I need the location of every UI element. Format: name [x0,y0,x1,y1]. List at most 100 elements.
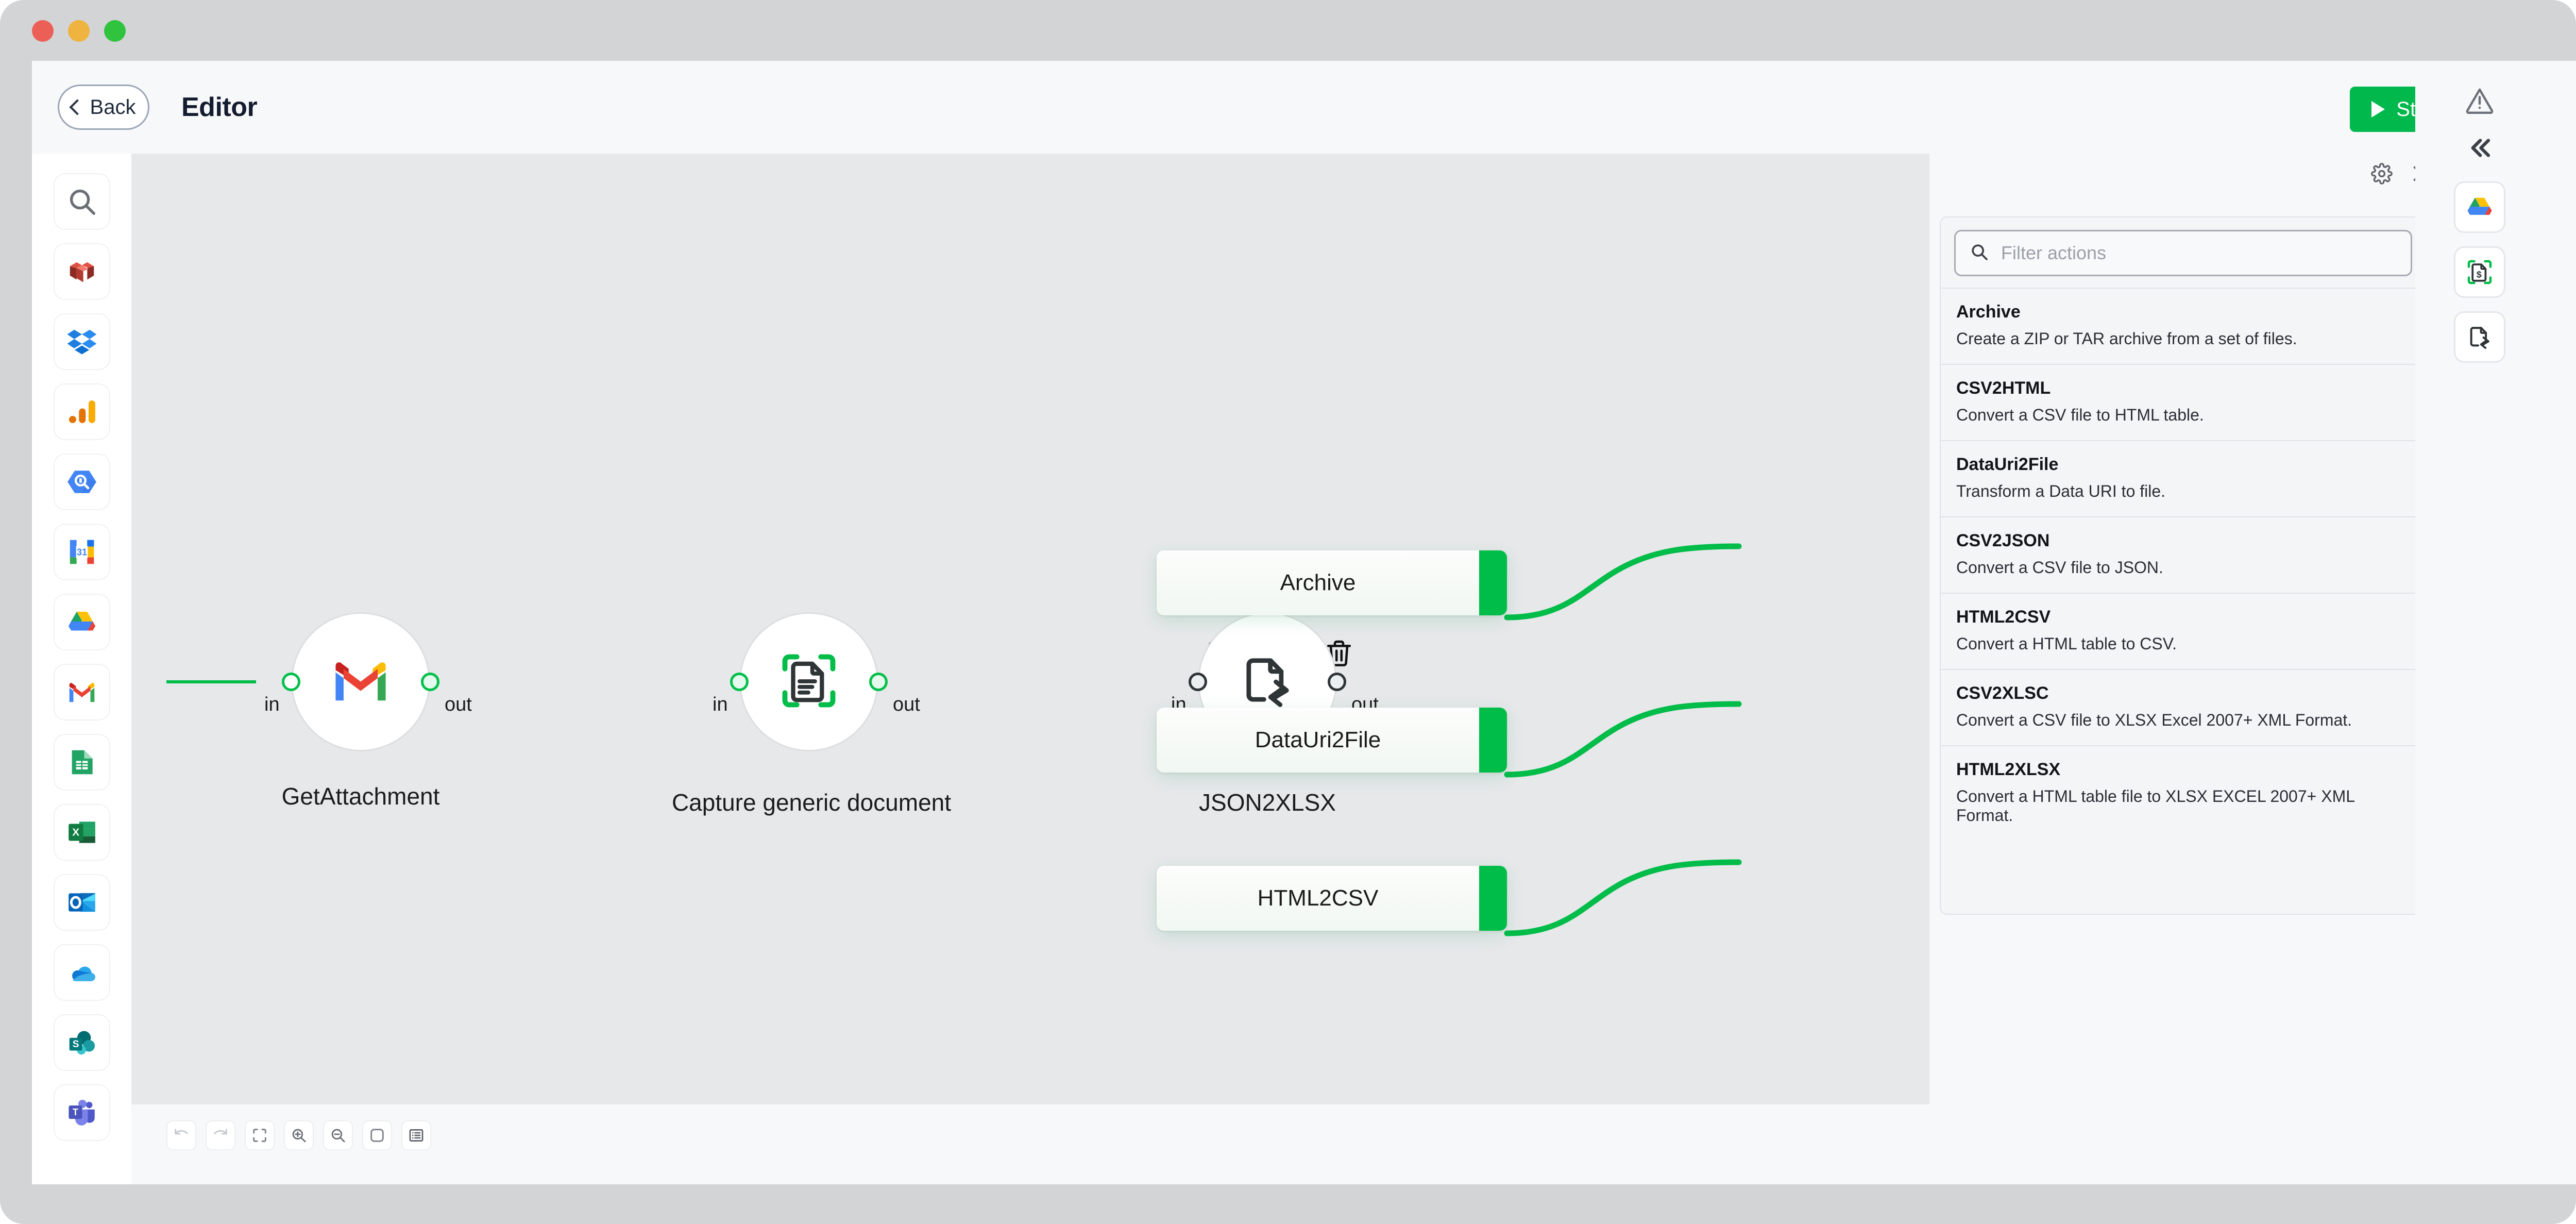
sidebar-item-gmail[interactable] [53,664,110,720]
svg-text:$: $ [2477,270,2482,280]
maximize-window-button[interactable] [104,20,126,42]
google-sheets-icon [66,746,98,778]
fit-view-icon [251,1127,268,1144]
suggestion-card-html2csv[interactable]: HTML2CSV [1157,866,1507,931]
actions-list-card: Archive Create a ZIP or TAR archive from… [1940,216,2427,915]
port-in-getattachment[interactable] [282,673,300,691]
flow-canvas[interactable]: in out GetAttachment in out Capture gene… [131,154,1929,1166]
close-window-button[interactable] [32,20,54,42]
action-list-item-datauri2file[interactable]: DataUri2File Transform a Data URI to fil… [1941,440,2426,516]
undo-icon [173,1127,190,1144]
zoom-out-button[interactable] [323,1120,353,1150]
port-out-getattachment[interactable] [421,673,439,691]
svg-text:31: 31 [76,547,87,558]
document-convert-icon [1235,649,1299,715]
sidebar-item-teams[interactable]: T [53,1084,110,1141]
svg-text:X: X [72,827,79,839]
google-analytics-icon [66,396,98,428]
flow-node-label-json2xlsx: JSON2XLSX [1199,789,1336,816]
action-name: HTML2CSV [1956,607,2051,627]
fit-view-button[interactable] [245,1120,275,1150]
action-description: Create a ZIP or TAR archive from a set o… [1956,329,2297,348]
document-convert-icon [2465,323,2494,351]
zoom-in-button[interactable] [284,1120,314,1150]
header-bar: Back Editor Start flow [32,61,2544,154]
sidebar-item-google-drive[interactable] [53,594,110,650]
redo-icon [212,1127,229,1144]
sidebar-item-dropbox[interactable] [53,313,110,370]
frame-icon [368,1127,386,1144]
sidebar-item-sharepoint[interactable]: S [53,1014,110,1071]
port-in-capture-generic-document[interactable] [730,673,749,691]
action-list-item-csv2xlsc[interactable]: CSV2XLSC Convert a CSV file to XLSX Exce… [1941,669,2426,745]
gmail-icon [66,676,98,708]
svg-text:S: S [72,1039,79,1050]
action-description: Convert a CSV file to HTML table. [1956,406,2204,424]
sidebar-item-google-analytics[interactable] [53,383,110,440]
suggestion-card-datauri2file[interactable]: DataUri2File [1157,708,1507,773]
action-description: Transform a Data URI to file. [1956,482,2166,500]
flow-node-getattachment[interactable] [291,612,430,751]
onedrive-icon [66,957,98,988]
filter-actions-input[interactable] [2001,242,2397,264]
action-list-item-html2xlsx[interactable]: HTML2XLSX Convert a HTML table file to X… [1941,745,2426,841]
capture-document-icon [777,649,841,715]
far-rail-item-document-convert[interactable] [2454,311,2505,363]
capture-document-icon: $ [2465,258,2494,287]
filter-wrapper [1941,217,2426,288]
suggestion-card-label: DataUri2File [1255,727,1381,752]
list-icon [408,1127,425,1144]
sidebar-item-bigquery[interactable] [53,454,110,510]
action-name: CSV2HTML [1956,378,2051,398]
sidebar-item-excel[interactable]: X [53,804,110,861]
canvas-toolbar [131,1104,1929,1166]
window-frame: Back Editor Start flow » [0,0,2576,1224]
sidebar-item-google-sheets[interactable] [53,734,110,791]
sidebar-item-search[interactable] [53,173,110,230]
gmail-icon [329,649,393,715]
sidebar-item-google-calendar[interactable]: 31 [53,524,110,580]
redo-button[interactable] [206,1120,235,1150]
aws-s3-icon [66,256,98,288]
play-icon [2371,101,2385,118]
action-name: CSV2JSON [1956,531,2050,550]
sidebar-item-outlook[interactable] [53,874,110,931]
port-out-json2xlsx[interactable] [1328,673,1346,691]
action-list-item-csv2html[interactable]: CSV2HTML Convert a CSV file to HTML tabl… [1941,364,2426,440]
sharepoint-icon: S [66,1027,98,1059]
outline-button[interactable] [401,1120,431,1150]
left-icon-rail: 31 X S T [32,154,131,1184]
excel-icon: X [66,816,98,848]
filter-actions-field[interactable] [1954,230,2412,276]
chevron-left-icon [69,99,86,115]
sidebar-item-aws-s3[interactable] [53,243,110,300]
port-in-label-getattachment: in [264,694,280,715]
teams-icon: T [66,1097,98,1129]
action-list-item-html2csv[interactable]: HTML2CSV Convert a HTML table to CSV. [1941,593,2426,669]
undo-button[interactable] [166,1120,196,1150]
far-rail-item-google-drive[interactable] [2454,181,2505,233]
back-button[interactable]: Back [58,85,149,130]
action-list-item-csv2json[interactable]: CSV2JSON Convert a CSV file to JSON. [1941,516,2426,593]
action-name: CSV2XLSC [1956,683,2049,703]
port-out-label-getattachment: out [445,694,472,715]
port-in-label-capture: in [713,694,728,715]
titlebar [0,0,2576,62]
collapse-chevrons-icon[interactable] [2465,133,2495,163]
flow-node-capture-generic-document[interactable] [739,612,878,751]
gear-icon[interactable] [2371,163,2393,185]
action-description: Convert a HTML table to CSV. [1956,634,2177,653]
warning-triangle-icon[interactable] [2464,85,2496,116]
port-out-capture-generic-document[interactable] [869,673,888,691]
far-rail-item-capture-document[interactable]: $ [2454,246,2505,298]
reset-frame-button[interactable] [362,1120,392,1150]
action-description: Convert a HTML table file to XLSX EXCEL … [1956,787,2354,825]
sidebar-item-onedrive[interactable] [53,944,110,1001]
search-icon [1969,242,1990,265]
action-list-item-archive[interactable]: Archive Create a ZIP or TAR archive from… [1941,288,2426,364]
search-icon [66,186,98,217]
flow-node-label-getattachment: GetAttachment [281,783,440,810]
suggestion-card-archive[interactable]: Archive [1157,550,1507,615]
minimize-window-button[interactable] [68,20,90,42]
port-in-json2xlsx[interactable] [1189,673,1207,691]
